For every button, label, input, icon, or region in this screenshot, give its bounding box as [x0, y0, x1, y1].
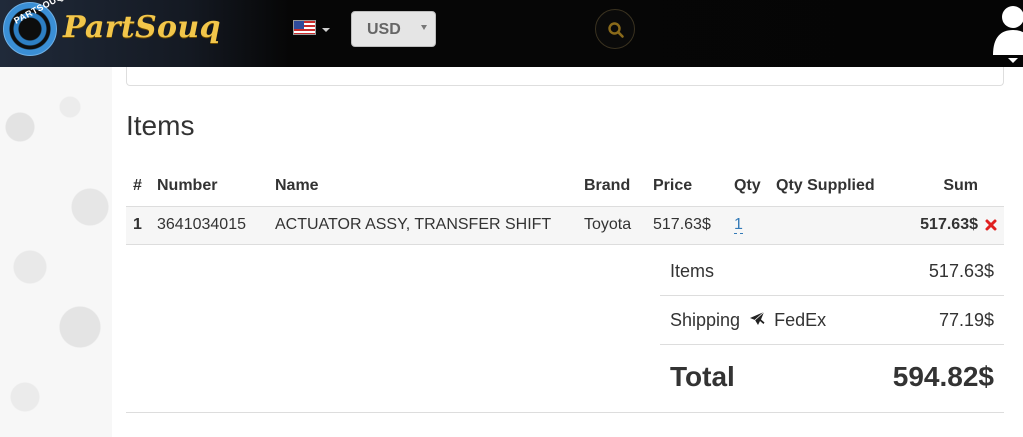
- chevron-down-icon[interactable]: [1008, 58, 1018, 63]
- search-icon: [608, 22, 624, 38]
- logo-badge-icon[interactable]: PARTSOUQ: [3, 0, 65, 56]
- table-header-row: # Number Name Brand Price Qty Qty Suppli…: [126, 166, 1004, 206]
- qty-cell: 1: [734, 205, 776, 245]
- part-price: 517.63$: [653, 205, 734, 245]
- summary-shipping-value: 77.19$: [938, 310, 994, 330]
- summary-items-label: Items: [670, 261, 715, 281]
- plane-icon: [750, 311, 765, 325]
- column-header-price: Price: [653, 176, 693, 194]
- row-sum: 517.63$: [912, 205, 978, 245]
- part-brand: Toyota: [584, 205, 653, 245]
- top-navbar: PARTSOUQ PartSouq USD: [0, 0, 1023, 67]
- summary-shipping-row: Shipping FedEx 77.19$: [660, 296, 1004, 345]
- remove-icon[interactable]: [985, 219, 997, 231]
- part-name: ACTUATOR ASSY, TRANSFER SHIFT: [275, 205, 584, 245]
- search-button[interactable]: [595, 9, 635, 49]
- chevron-down-icon: [421, 25, 427, 30]
- section-title: Items: [126, 110, 195, 141]
- summary-items-row: Items 517.63$: [660, 247, 1004, 296]
- items-table: # Number Name Brand Price Qty Qty Suppli…: [126, 166, 1004, 245]
- background-pattern: [0, 67, 112, 437]
- logo-badge-text: PARTSOUQ: [12, 0, 65, 26]
- us-flag-icon[interactable]: [293, 20, 316, 35]
- site-logo[interactable]: PartSouq: [63, 10, 221, 45]
- summary-total-value: 594.82$: [892, 361, 994, 392]
- table-row: 1 3641034015 ACTUATOR ASSY, TRANSFER SHI…: [126, 205, 1004, 245]
- column-header-qty: Qty: [734, 176, 761, 194]
- chevron-down-icon[interactable]: [322, 28, 330, 32]
- flag-canton: [294, 21, 304, 29]
- order-summary: Items 517.63$ Shipping FedEx 77.19$ Tota…: [660, 247, 1004, 411]
- qty-editable-link[interactable]: 1: [734, 216, 743, 234]
- row-index: 1: [126, 205, 157, 245]
- column-header-qty-supplied: Qty Supplied: [776, 176, 875, 194]
- currency-value: USD: [367, 21, 401, 38]
- summary-items-value: 517.63$: [928, 261, 994, 281]
- column-header-number: Number: [157, 176, 218, 194]
- column-header-brand: Brand: [584, 176, 631, 194]
- summary-total-label: Total: [670, 361, 735, 392]
- summary-shipping-carrier: FedEx: [774, 310, 827, 330]
- user-menu[interactable]: [985, 0, 1023, 67]
- currency-select[interactable]: USD: [351, 11, 436, 47]
- column-header-index: #: [133, 176, 142, 194]
- previous-panel: [126, 67, 1004, 86]
- summary-shipping-label-group: Shipping FedEx: [670, 310, 826, 331]
- user-icon: [993, 6, 1023, 55]
- column-header-sum: Sum: [943, 176, 978, 194]
- actions-cell: [978, 205, 1004, 245]
- summary-shipping-label: Shipping: [670, 310, 741, 330]
- qty-supplied: [776, 205, 912, 245]
- panel-divider: [126, 412, 1004, 413]
- summary-total-row: Total 594.82$: [660, 345, 1004, 411]
- part-number: 3641034015: [157, 205, 275, 245]
- column-header-name: Name: [275, 176, 319, 194]
- column-header-actions: [978, 166, 1004, 206]
